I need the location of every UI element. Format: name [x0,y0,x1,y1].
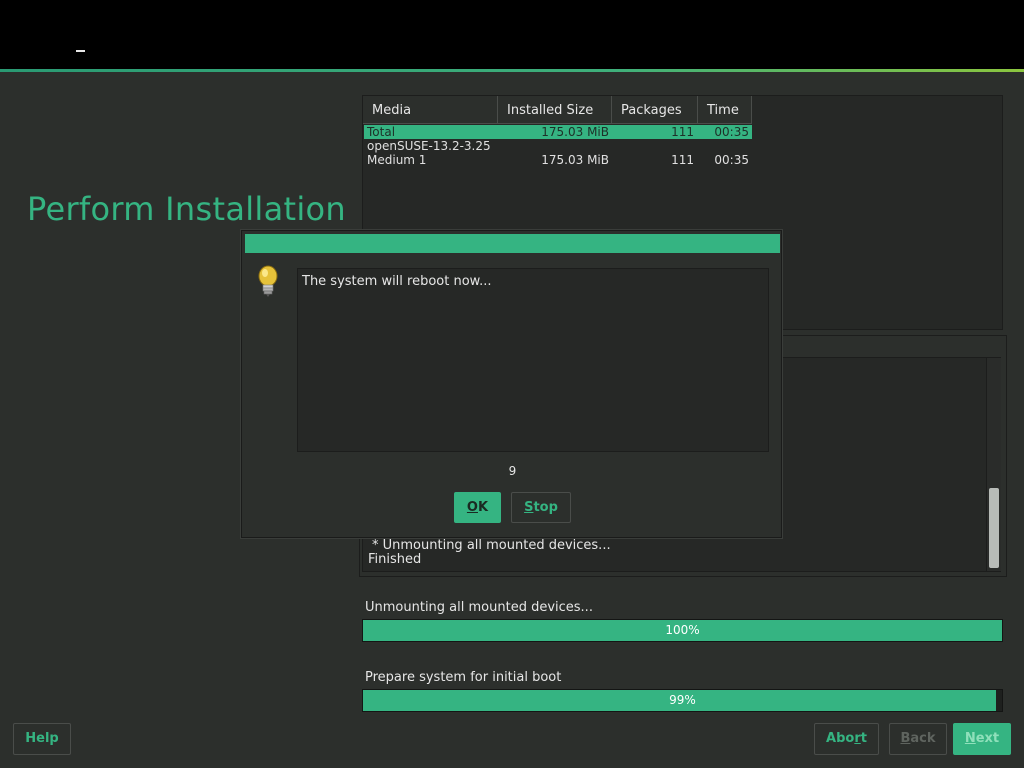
table-row[interactable]: openSUSE-13.2-3.25 [364,139,752,153]
cell-time: 00:35 [714,125,749,139]
stop-button[interactable]: Stop [511,492,571,523]
back-button[interactable]: Back [889,723,947,755]
log-line: Finished [368,552,422,567]
next-button[interactable]: Next [953,723,1011,755]
abort-button[interactable]: Abort [814,723,879,755]
log-scroll-thumb[interactable] [989,488,999,568]
accent-divider [0,69,1024,72]
table-row[interactable]: Medium 1 175.03 MiB 111 00:35 [364,153,752,167]
cell-media: Medium 1 [367,153,427,167]
cell-media: openSUSE-13.2-3.25 [367,139,491,153]
progress-label-unmount: Unmounting all mounted devices... [365,600,593,615]
help-button[interactable]: Help [13,723,71,755]
stop-label-post: top [533,500,558,515]
back-label-mnemonic: B [900,731,911,746]
cell-media: Total [367,125,396,139]
cell-time: 00:35 [714,153,749,167]
top-banner [0,0,1024,69]
reboot-dialog: The system will reboot now... 9 OK Stop [241,230,782,538]
banner-mark [76,50,85,52]
progress-percent: 99% [669,693,696,707]
cell-packages: 111 [671,125,694,139]
next-label-post: ext [975,731,1000,746]
ok-label-post: K [477,500,489,515]
progress-bar-boot: 99% [362,689,1003,712]
column-header-time[interactable]: Time [698,96,752,124]
column-header-media[interactable]: Media [363,96,498,124]
cell-installed-size: 175.03 MiB [541,153,609,167]
next-label-mnemonic: N [964,731,976,746]
cell-installed-size: 175.03 MiB [541,125,609,139]
countdown-value: 9 [508,464,517,478]
installer-window: Perform Installation Media Installed Siz… [0,0,1024,768]
table-row[interactable]: Total 175.03 MiB 111 00:35 [364,125,752,139]
log-scrollbar[interactable] [986,358,1001,571]
progress-bar-unmount: 100% [362,619,1003,642]
column-header-installed-size[interactable]: Installed Size [498,96,612,124]
abort-label-pre: Abo [826,731,855,746]
ok-button[interactable]: OK [454,492,501,523]
lightbulb-icon [257,264,279,298]
dialog-message: The system will reboot now... [297,268,769,452]
dialog-titlebar[interactable] [245,234,780,253]
page-title: Perform Installation [27,190,347,228]
progress-label-boot: Prepare system for initial boot [365,670,562,685]
back-label-post: ack [910,731,936,746]
abort-label-post: t [860,731,867,746]
media-table-header: Media Installed Size Packages Time [363,96,752,124]
progress-percent: 100% [665,623,700,637]
cell-packages: 111 [671,153,694,167]
log-line: * Unmounting all mounted devices... [372,538,611,553]
column-header-packages[interactable]: Packages [612,96,698,124]
ok-label-mnemonic: O [466,500,478,515]
